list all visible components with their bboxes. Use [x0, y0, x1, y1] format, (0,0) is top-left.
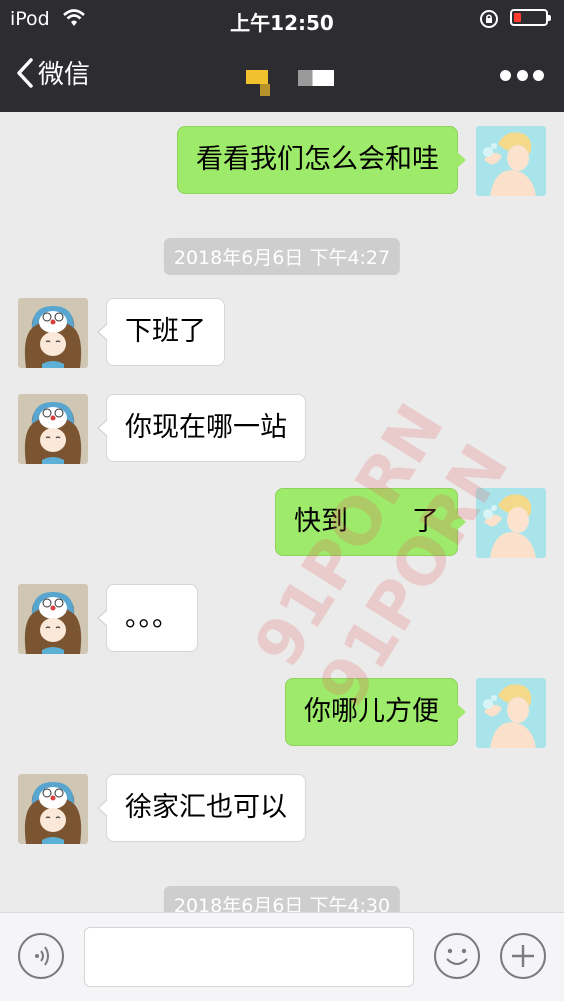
contact-avatar[interactable]: [18, 774, 88, 844]
battery-icon: [510, 9, 551, 26]
message-text: 你哪儿方便: [304, 696, 439, 727]
top-bar: iPod 上午12:50 微信: [0, 0, 564, 112]
back-chevron-icon: [17, 57, 33, 88]
my-avatar[interactable]: [476, 678, 546, 748]
back-label: 微信: [38, 60, 91, 90]
message-text: 了: [412, 506, 439, 537]
incoming-bubble[interactable]: 徐家汇也可以: [97, 774, 306, 842]
redaction-block: [260, 84, 270, 96]
emoji-icon[interactable]: [434, 933, 480, 979]
more-icon[interactable]: [500, 68, 544, 82]
more-dot: [500, 69, 511, 81]
contact-avatar[interactable]: [18, 394, 88, 464]
message-text: 快到: [294, 506, 348, 537]
outgoing-bubble[interactable]: 快到 了: [275, 488, 466, 556]
redaction-block: [298, 70, 334, 86]
battery-level: [514, 13, 521, 22]
contact-avatar[interactable]: [18, 298, 88, 368]
message-text: 徐家汇也可以: [125, 792, 287, 823]
message-text: 。。。: [125, 602, 179, 633]
voice-icon[interactable]: [18, 933, 64, 979]
redaction-block: [246, 70, 268, 84]
my-avatar[interactable]: [476, 126, 546, 196]
input-bar: [0, 912, 564, 1001]
incoming-bubble[interactable]: 。。。: [97, 584, 198, 652]
incoming-bubble[interactable]: 你现在哪一站: [97, 394, 306, 462]
plus-icon[interactable]: [500, 933, 546, 979]
contact-avatar[interactable]: [18, 584, 88, 654]
message-text: 你现在哪一站: [125, 412, 287, 443]
incoming-bubble[interactable]: 下班了: [97, 298, 225, 366]
battery-nub: [548, 15, 551, 21]
more-dot: [516, 69, 528, 81]
outgoing-bubble[interactable]: 你哪儿方便: [285, 678, 466, 746]
timestamp: 2018年6月6日 下午4:27: [163, 238, 401, 275]
message-text: 下班了: [125, 316, 206, 347]
message-input[interactable]: [84, 927, 414, 987]
chat-area[interactable]: 看看我们怎么会和哇 2018年6月6日 下午4:27 下班了 你现在哪一站 快到…: [0, 112, 564, 923]
message-text: 看看我们怎么会和哇: [196, 144, 439, 175]
outgoing-bubble[interactable]: 看看我们怎么会和哇: [177, 126, 466, 194]
redacted-text: [348, 489, 412, 555]
status-bar: iPod 上午12:50: [0, 0, 564, 38]
back-button[interactable]: 微信: [16, 54, 90, 91]
my-avatar[interactable]: [476, 488, 546, 558]
nav-bar: 微信: [0, 38, 564, 112]
more-dot: [533, 69, 544, 81]
orientation-lock-icon: [479, 9, 499, 33]
